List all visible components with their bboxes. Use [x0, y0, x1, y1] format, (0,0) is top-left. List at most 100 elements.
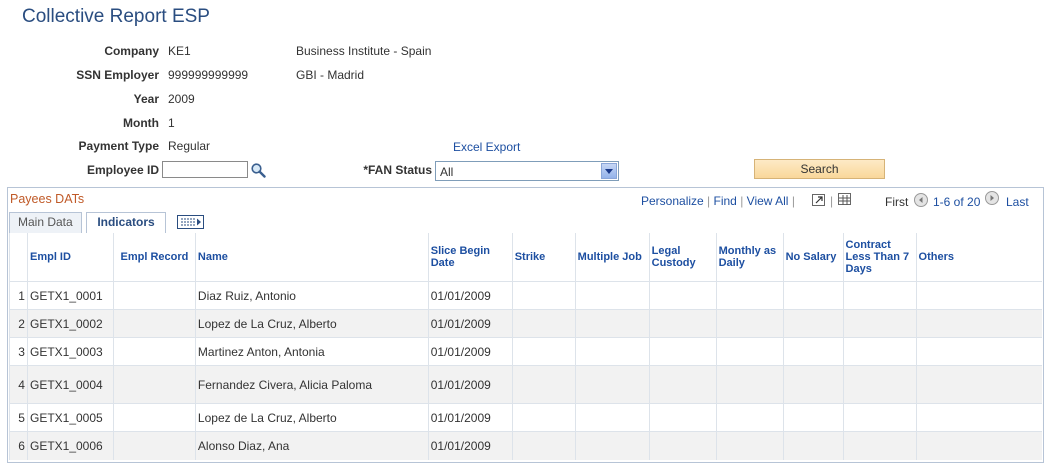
row-range: 1-6 of 20 [933, 195, 981, 209]
company-name: Business Institute - Spain [296, 44, 432, 58]
previous-icon[interactable] [914, 193, 928, 207]
slice-date-cell: 01/01/2009 [427, 337, 513, 366]
row-number: 2 [9, 309, 28, 338]
column-header[interactable]: Name [194, 233, 429, 282]
monthly-daily-cell [715, 309, 784, 338]
empl-record-cell [112, 403, 196, 432]
fan-status-label: *FAN Status [363, 163, 432, 177]
name-cell: Lopez de La Cruz, Alberto [194, 403, 429, 432]
row-number: 3 [9, 337, 28, 366]
employee-id-input[interactable] [162, 161, 248, 178]
empl-record-cell [112, 309, 196, 338]
multiple-job-cell [574, 403, 650, 432]
strike-cell [511, 281, 576, 310]
multiple-job-cell [574, 309, 650, 338]
show-all-columns-icon[interactable] [177, 215, 204, 229]
contract-cell [842, 431, 917, 460]
payees-table: Empl ID Empl Record Name Slice Begin Dat… [9, 233, 1042, 460]
separator: | [740, 194, 744, 208]
strike-cell [511, 403, 576, 432]
slice-date-cell: 01/01/2009 [427, 309, 513, 338]
column-header[interactable]: Strike [511, 233, 576, 282]
year-value: 2009 [168, 92, 195, 106]
empl-id-cell: GETX1_0005 [26, 403, 114, 432]
monthly-daily-cell [715, 365, 784, 404]
row-number: 6 [9, 431, 28, 460]
payment-type-value: Regular [168, 139, 211, 153]
contract-cell [842, 365, 917, 404]
month-value: 1 [168, 116, 175, 130]
last-link[interactable]: Last [1006, 195, 1029, 209]
search-button[interactable]: Search [754, 159, 885, 179]
table-row: 2 GETX1_0002 Lopez de La Cruz, Alberto 0… [9, 309, 1042, 338]
table-header-row: Empl ID Empl Record Name Slice Begin Dat… [9, 233, 1042, 282]
fan-status-value: All [440, 165, 454, 179]
column-header[interactable]: Slice Begin Date [427, 233, 513, 282]
column-header[interactable]: Multiple Job [574, 233, 650, 282]
empl-id-cell: GETX1_0001 [26, 281, 114, 310]
table-row: 1 GETX1_0001 Diaz Ruiz, Antonio 01/01/20… [9, 281, 1042, 310]
fan-status-select[interactable]: All [435, 161, 619, 181]
row-number: 5 [9, 403, 28, 432]
company-value: KE1 [168, 44, 191, 58]
column-header[interactable]: Monthly as Daily [715, 233, 784, 282]
empl-record-cell [112, 337, 196, 366]
column-header[interactable]: No Salary [782, 233, 844, 282]
grid-nav-links: Personalize | Find | View All | [641, 194, 795, 208]
column-header[interactable]: Contract Less Than 7 Days [842, 233, 917, 282]
payment-type-label: Payment Type [78, 139, 159, 153]
name-cell: Fernandez Civera, Alicia Paloma [194, 365, 429, 404]
row-number: 4 [9, 365, 28, 404]
tab-indicators-label: Indicators [97, 215, 155, 229]
new-window-icon[interactable] [812, 194, 825, 206]
column-header[interactable]: Empl Record [112, 233, 196, 282]
grid-title: Payees DATs [10, 192, 85, 206]
column-header[interactable]: Legal Custody [648, 233, 717, 282]
separator: | [830, 194, 834, 208]
table-row: 6 GETX1_0006 Alonso Diaz, Ana 01/01/2009 [9, 431, 1042, 460]
strike-cell [511, 431, 576, 460]
multiple-job-cell [574, 337, 650, 366]
company-label: Company [104, 44, 159, 58]
column-header[interactable]: Empl ID [26, 233, 114, 282]
tab-main-data[interactable]: Main Data [9, 212, 82, 233]
personalize-link[interactable]: Personalize [641, 194, 704, 208]
row-number: 1 [9, 281, 28, 310]
year-label: Year [133, 92, 159, 106]
legal-custody-cell [648, 281, 717, 310]
no-salary-cell [782, 309, 844, 338]
table-row: 5 GETX1_0005 Lopez de La Cruz, Alberto 0… [9, 403, 1042, 432]
slice-date-cell: 01/01/2009 [427, 365, 513, 404]
legal-custody-cell [648, 365, 717, 404]
find-link[interactable]: Find [714, 194, 737, 208]
monthly-daily-cell [715, 431, 784, 460]
tab-indicators[interactable]: Indicators [86, 212, 166, 233]
column-header[interactable]: Others [915, 233, 1042, 282]
contract-cell [842, 281, 917, 310]
excel-export-link[interactable]: Excel Export [453, 140, 520, 154]
view-all-link[interactable]: View All [747, 194, 789, 208]
next-icon[interactable] [985, 191, 999, 205]
ssn-employer-name: GBI - Madrid [296, 68, 365, 82]
no-salary-cell [782, 431, 844, 460]
row-number-header [9, 233, 28, 282]
legal-custody-cell [648, 403, 717, 432]
table-row: 4 GETX1_0004 Fernandez Civera, Alicia Pa… [9, 365, 1042, 404]
empl-id-cell: GETX1_0004 [26, 365, 114, 404]
chevron-down-icon[interactable] [601, 163, 617, 179]
month-label: Month [123, 116, 159, 130]
contract-cell [842, 337, 917, 366]
employee-id-label: Employee ID [86, 163, 159, 177]
first-label: First [885, 195, 909, 209]
empl-record-cell [112, 281, 196, 310]
others-cell [915, 431, 1042, 460]
lookup-icon[interactable] [250, 162, 266, 178]
table-row: 3 GETX1_0003 Martinez Anton, Antonia 01/… [9, 337, 1042, 366]
others-cell [915, 309, 1042, 338]
name-cell: Diaz Ruiz, Antonio [194, 281, 429, 310]
no-salary-cell [782, 337, 844, 366]
slice-date-cell: 01/01/2009 [427, 431, 513, 460]
no-salary-cell [782, 403, 844, 432]
download-grid-icon[interactable] [838, 193, 851, 205]
strike-cell [511, 337, 576, 366]
